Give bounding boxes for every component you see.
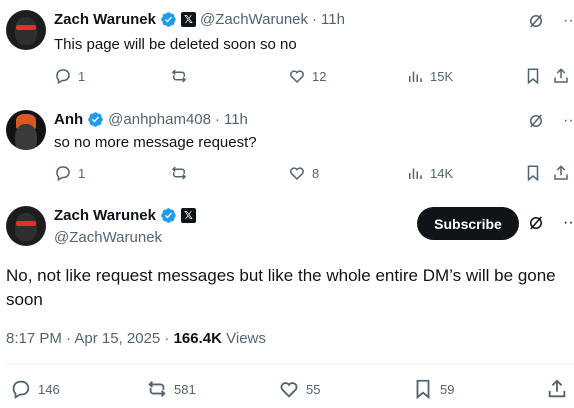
verified-badge-icon <box>161 12 176 27</box>
reply-button[interactable]: 146 <box>10 378 60 400</box>
reply-count: 146 <box>38 381 60 397</box>
share-icon <box>554 68 568 83</box>
separator-dot: · <box>214 111 220 128</box>
reply-icon <box>56 69 70 85</box>
author-name[interactable]: Zach Warunek <box>54 207 156 224</box>
grok-icon[interactable] <box>527 112 545 130</box>
avatar-face <box>15 213 37 241</box>
avatar-face <box>15 124 37 150</box>
reply-text: so no more message request? <box>54 134 257 151</box>
more-options-icon[interactable]: ··· <box>563 214 574 232</box>
repost-icon <box>148 381 166 397</box>
x-logo-icon: 𝕏 <box>180 12 196 27</box>
subscribe-button[interactable]: Subscribe <box>417 207 519 240</box>
bookmark-icon <box>416 379 430 400</box>
share-button[interactable] <box>552 164 570 182</box>
views-count: 166.4K <box>173 330 222 347</box>
avatar-face <box>15 17 37 45</box>
post-meta: 8:17 PM · Apr 15, 2025 · 166.4K Views <box>6 330 266 347</box>
share-button[interactable] <box>552 67 570 85</box>
share-icon <box>548 379 566 398</box>
main-post-actions: 146 581 55 59 <box>0 378 574 402</box>
reply-button[interactable]: 1 <box>54 164 85 182</box>
reply-count: 1 <box>78 68 86 84</box>
like-count: 12 <box>312 68 327 84</box>
main-post-text: No, not like request messages but like t… <box>6 266 556 309</box>
reply-header: Anh @anhpham408 · 11h <box>54 111 248 128</box>
author-name[interactable]: Zach Warunek <box>54 11 156 28</box>
views-button[interactable]: 15K <box>406 67 453 85</box>
bookmark-button[interactable]: 59 <box>412 378 454 400</box>
views-count: 15K <box>430 68 454 84</box>
views-count: 14K <box>430 165 454 181</box>
heart-icon <box>290 167 304 181</box>
verified-badge-icon <box>88 112 103 127</box>
bookmark-count: 59 <box>440 381 455 397</box>
avatar-glasses <box>16 221 36 226</box>
bookmark-button[interactable] <box>524 164 542 182</box>
author-handle[interactable]: @anhpham408 <box>108 111 211 128</box>
reply-top-icons: ··· <box>527 112 574 130</box>
bookmark-icon <box>527 68 539 85</box>
main-post-header: Zach Warunek 𝕏 <box>54 207 196 224</box>
bookmark-icon <box>527 165 539 182</box>
main-top-icons: ··· <box>527 214 574 232</box>
divider <box>6 364 574 365</box>
views-icon <box>409 71 422 82</box>
share-button[interactable] <box>546 378 568 400</box>
like-button[interactable]: 55 <box>278 378 320 400</box>
reply-icon <box>12 380 30 399</box>
heart-icon <box>280 382 298 398</box>
repost-button[interactable] <box>170 67 194 85</box>
reply-text: This page will be deleted soon so no <box>54 36 297 53</box>
like-count: 8 <box>312 165 320 181</box>
repost-button[interactable]: 581 <box>146 378 196 400</box>
separator-dot: · <box>312 11 318 28</box>
more-options-icon[interactable]: ··· <box>563 112 574 130</box>
bookmark-button[interactable] <box>524 67 542 85</box>
avatar-glasses <box>16 25 36 30</box>
repost-icon <box>171 69 187 83</box>
more-options-icon[interactable]: ··· <box>563 12 574 30</box>
verified-badge-icon <box>161 208 176 223</box>
author-name[interactable]: Anh <box>54 111 83 128</box>
author-handle[interactable]: @ZachWarunek <box>54 229 162 246</box>
reply-header: Zach Warunek 𝕏 @ZachWarunek · 11h <box>54 11 345 28</box>
post-timestamp[interactable]: 8:17 PM · Apr 15, 2025 · <box>6 330 174 347</box>
post-time[interactable]: 11h <box>224 111 248 128</box>
reply-actions: 1 12 15K <box>54 67 574 87</box>
share-icon <box>554 165 568 180</box>
grok-icon[interactable] <box>527 214 545 232</box>
heart-icon <box>290 70 304 84</box>
grok-icon[interactable] <box>527 12 545 30</box>
reply-count: 1 <box>78 165 86 181</box>
views-label: Views <box>221 330 266 347</box>
avatar[interactable] <box>6 206 46 246</box>
like-count: 55 <box>306 381 321 397</box>
reply-icon <box>56 166 70 182</box>
like-button[interactable]: 12 <box>288 67 326 85</box>
views-button[interactable]: 14K <box>406 164 453 182</box>
avatar[interactable] <box>6 110 46 150</box>
author-handle[interactable]: @ZachWarunek <box>200 11 308 28</box>
repost-icon <box>171 166 187 180</box>
x-logo-icon: 𝕏 <box>180 208 196 223</box>
reply-top-icons: ··· <box>527 12 574 30</box>
like-button[interactable]: 8 <box>288 164 319 182</box>
repost-button[interactable] <box>170 164 194 182</box>
repost-count: 581 <box>174 381 196 397</box>
reply-actions: 1 8 14K <box>54 164 574 184</box>
views-icon <box>409 168 422 179</box>
reply-button[interactable]: 1 <box>54 67 85 85</box>
post-time[interactable]: 11h <box>321 11 345 28</box>
avatar[interactable] <box>6 10 46 50</box>
